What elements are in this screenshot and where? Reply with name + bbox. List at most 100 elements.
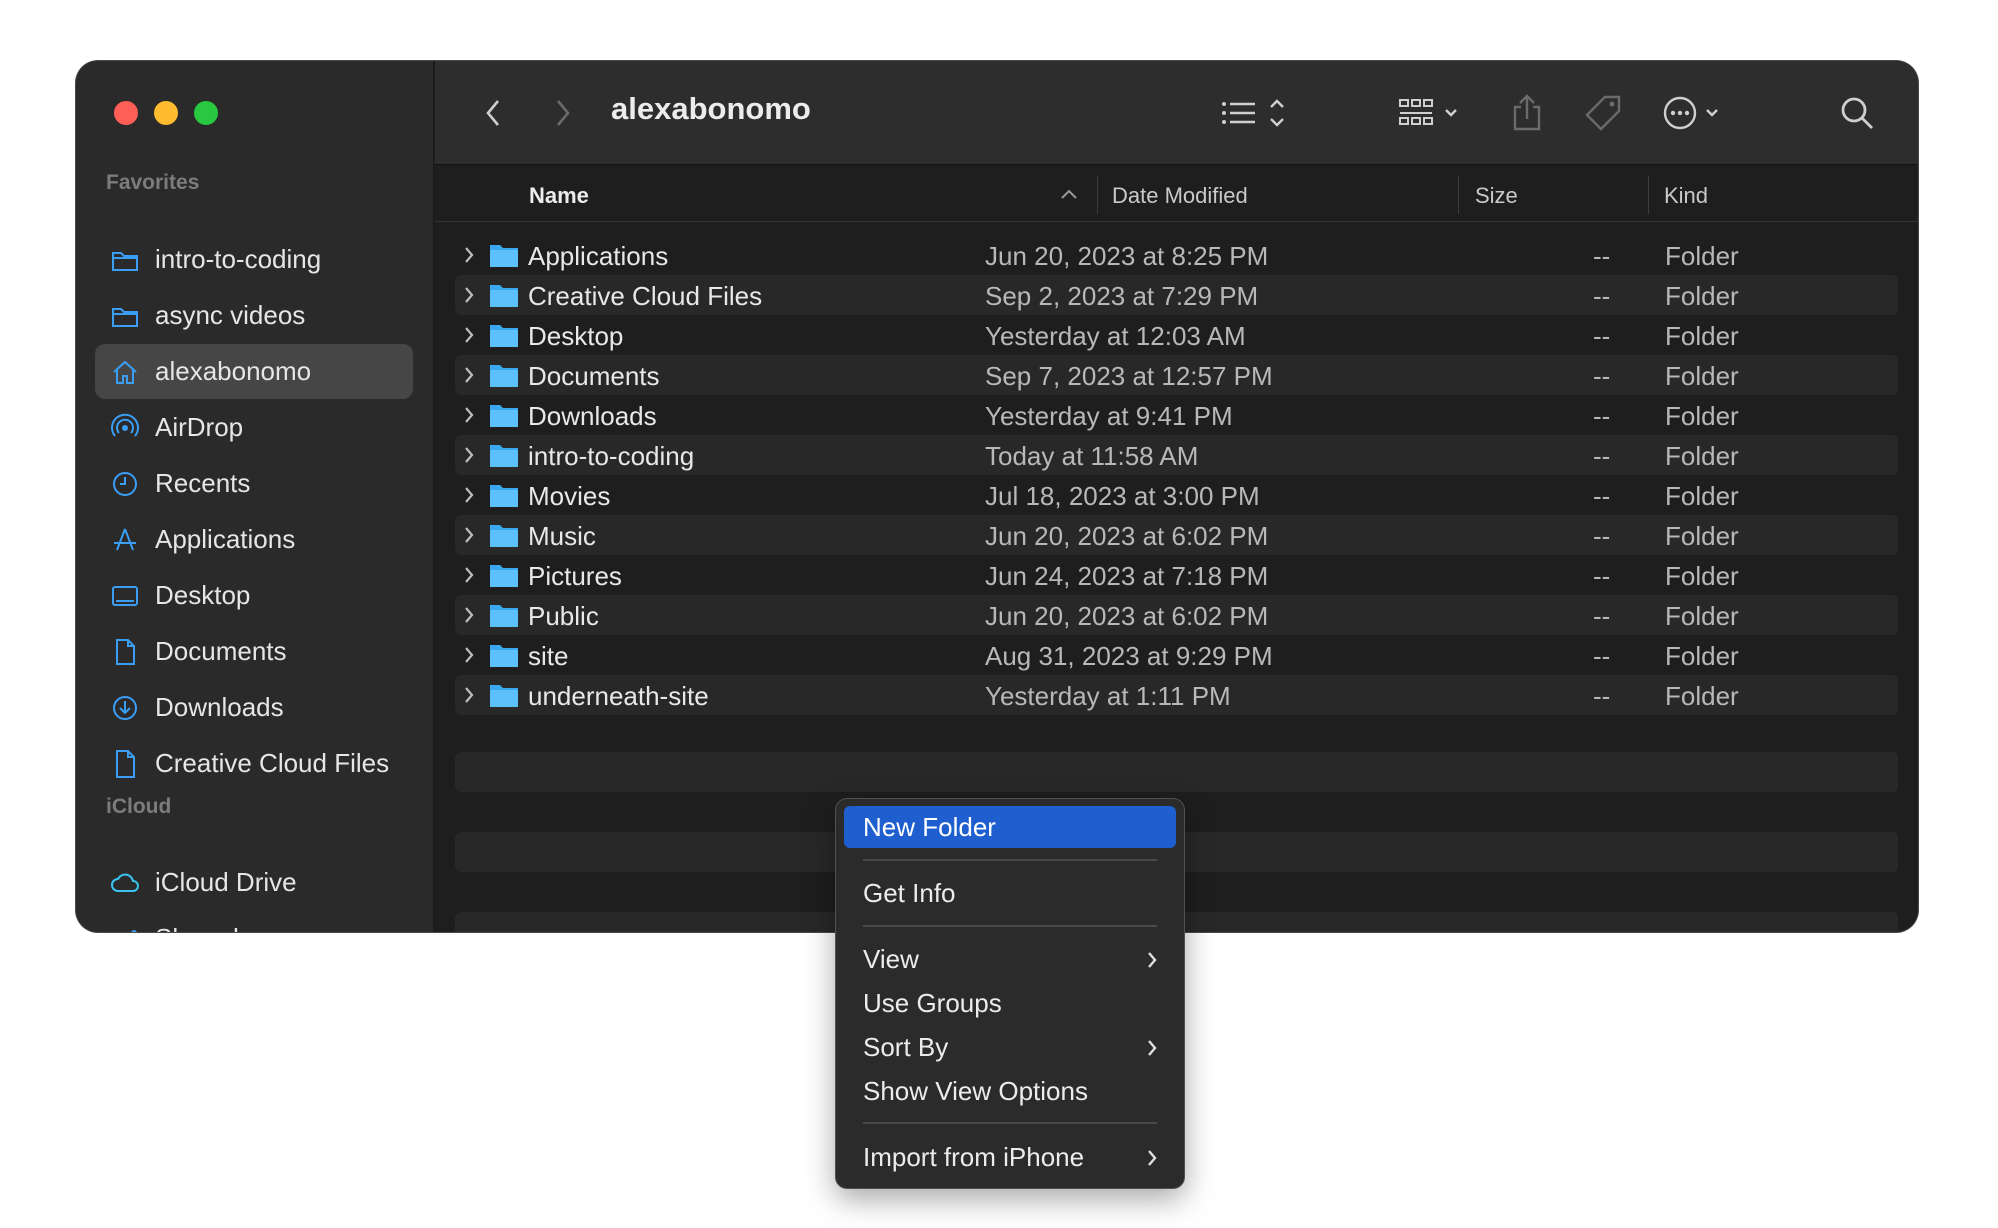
document-icon [109, 636, 141, 668]
file-size: -- [1593, 281, 1611, 311]
table-row[interactable]: Music Jun 20, 2023 at 6:02 PM -- Folder [455, 515, 1898, 555]
table-row[interactable]: Desktop Yesterday at 12:03 AM -- Folder [455, 315, 1898, 355]
airdrop-icon [109, 412, 141, 444]
sidebar-item-applications[interactable]: Applications [95, 512, 413, 567]
back-button[interactable] [473, 87, 513, 139]
disclosure-chevron-icon[interactable] [463, 526, 475, 544]
table-row[interactable]: Applications Jun 20, 2023 at 8:25 PM -- Fol… [455, 235, 1898, 275]
search-icon [1841, 97, 1873, 129]
chevron-right-icon [1148, 1150, 1157, 1166]
more-actions-button[interactable] [1655, 87, 1735, 139]
column-headers: Name Date Modified Size Kind [435, 166, 1918, 222]
ellipsis-circle-icon [1663, 96, 1718, 130]
file-name: Applications [528, 241, 669, 271]
folder-icon [490, 485, 518, 507]
sidebar-item-label: Creative Cloud Files [155, 748, 390, 778]
menu-item-view[interactable]: View [844, 938, 1176, 980]
sidebar-item-label: Desktop [155, 580, 251, 610]
sidebar-item-creative-cloud-files[interactable]: Creative Cloud Files [95, 736, 413, 791]
sidebar-item-intro-to-coding[interactable]: intro-to-coding [95, 232, 413, 287]
sidebar-item-downloads[interactable]: Downloads [95, 680, 413, 735]
sidebar-item-label: Recents [155, 468, 251, 498]
table-row[interactable]: underneath-site Yesterday at 1:11 PM -- Fol… [455, 675, 1898, 715]
table-row[interactable]: Public Jun 20, 2023 at 6:02 PM -- Folder [455, 595, 1898, 635]
group-button[interactable] [1393, 87, 1473, 139]
sidebar-item-icloud-drive[interactable]: iCloud Drive [95, 855, 413, 910]
sidebar-item-airdrop[interactable]: AirDrop [95, 400, 413, 455]
file-kind: Folder [1665, 641, 1739, 671]
disclosure-chevron-icon[interactable] [463, 326, 475, 344]
sidebar-item-shared[interactable]: Shared [95, 911, 413, 932]
shared-folder-icon [109, 923, 141, 932]
column-header-date-modified[interactable]: Date Modified [1112, 183, 1248, 209]
search-button[interactable] [1835, 87, 1879, 139]
file-size: -- [1593, 681, 1611, 711]
menu-item-show-view-options[interactable]: Show View Options [844, 1070, 1176, 1112]
sidebar-item-label: Shared [155, 923, 239, 932]
list-view-icon [1222, 99, 1284, 127]
table-row[interactable]: Movies Jul 18, 2023 at 3:00 PM -- Folder [455, 475, 1898, 515]
file-size: -- [1593, 441, 1611, 471]
disclosure-chevron-icon[interactable] [463, 446, 475, 464]
disclosure-chevron-icon[interactable] [463, 246, 475, 264]
table-row[interactable]: intro-to-coding Today at 11:58 AM -- Folder [455, 435, 1898, 475]
sidebar-item-label: alexabonomo [155, 356, 312, 386]
file-date-modified: Aug 31, 2023 at 9:29 PM [985, 641, 1273, 671]
toolbar: alexabonomo [435, 61, 1918, 165]
sidebar-item-async-videos[interactable]: async videos [95, 288, 413, 343]
column-header-kind[interactable]: Kind [1664, 183, 1708, 209]
disclosure-chevron-icon[interactable] [463, 606, 475, 624]
table-row[interactable]: Creative Cloud Files Sep 2, 2023 at 7:29 … [455, 275, 1898, 315]
file-name: intro-to-coding [528, 441, 695, 471]
disclosure-chevron-icon[interactable] [463, 286, 475, 304]
file-size: -- [1593, 241, 1611, 271]
menu-item-new-folder[interactable]: New Folder [844, 806, 1176, 848]
file-name: Downloads [528, 401, 657, 431]
sidebar-item-recents[interactable]: Recents [95, 456, 413, 511]
table-row[interactable]: Documents Sep 7, 2023 at 12:57 PM -- Folder [455, 355, 1898, 395]
share-icon [1513, 94, 1541, 131]
file-kind: Folder [1665, 361, 1739, 391]
disclosure-chevron-icon[interactable] [463, 366, 475, 384]
sidebar-item-label: iCloud Drive [155, 867, 297, 897]
file-name: underneath-site [528, 681, 709, 711]
menu-item-get-info[interactable]: Get Info [844, 872, 1176, 914]
file-list: Applications Jun 20, 2023 at 8:25 PM -- Fol… [455, 235, 1898, 715]
folder-icon [109, 300, 141, 332]
sidebar-item-desktop[interactable]: Desktop [95, 568, 413, 623]
disclosure-chevron-icon[interactable] [463, 406, 475, 424]
desktop-icon [109, 580, 141, 612]
file-date-modified: Jun 20, 2023 at 6:02 PM [985, 601, 1269, 631]
file-name: Desktop [528, 321, 624, 351]
menu-item-import-from-iphone[interactable]: Import from iPhone [844, 1136, 1176, 1178]
table-row[interactable]: site Aug 31, 2023 at 9:29 PM -- Folder [455, 635, 1898, 675]
disclosure-chevron-icon[interactable] [463, 486, 475, 504]
window-controls [114, 101, 218, 125]
file-name: Documents [528, 361, 660, 391]
column-header-name[interactable]: Name [529, 183, 589, 209]
close-button[interactable] [114, 101, 138, 125]
disclosure-chevron-icon[interactable] [463, 646, 475, 664]
column-header-size[interactable]: Size [1475, 183, 1518, 209]
share-button[interactable] [1505, 87, 1549, 139]
disclosure-chevron-icon[interactable] [463, 686, 475, 704]
sidebar-item-alexabonomo[interactable]: alexabonomo [95, 344, 413, 399]
sort-ascending-icon [1061, 189, 1077, 199]
zoom-button[interactable] [194, 101, 218, 125]
sidebar-section-favorites: Favorites [106, 171, 200, 194]
sidebar-item-documents[interactable]: Documents [95, 624, 413, 679]
minimize-button[interactable] [154, 101, 178, 125]
download-icon [109, 692, 141, 724]
table-row[interactable]: Pictures Jun 24, 2023 at 7:18 PM -- Folder [455, 555, 1898, 595]
table-row[interactable]: Downloads Yesterday at 9:41 PM -- Folder [455, 395, 1898, 435]
view-mode-list-button[interactable] [1214, 87, 1294, 139]
menu-item-sort-by[interactable]: Sort By [844, 1026, 1176, 1068]
file-name: Creative Cloud Files [528, 281, 763, 311]
file-name: site [528, 641, 569, 671]
forward-button[interactable] [543, 87, 583, 139]
disclosure-chevron-icon[interactable] [463, 566, 475, 584]
menu-item-use-groups[interactable]: Use Groups [844, 982, 1176, 1024]
menu-item-label: Use Groups [863, 987, 1002, 1018]
applications-icon [109, 524, 141, 556]
tag-button[interactable] [1581, 87, 1629, 139]
